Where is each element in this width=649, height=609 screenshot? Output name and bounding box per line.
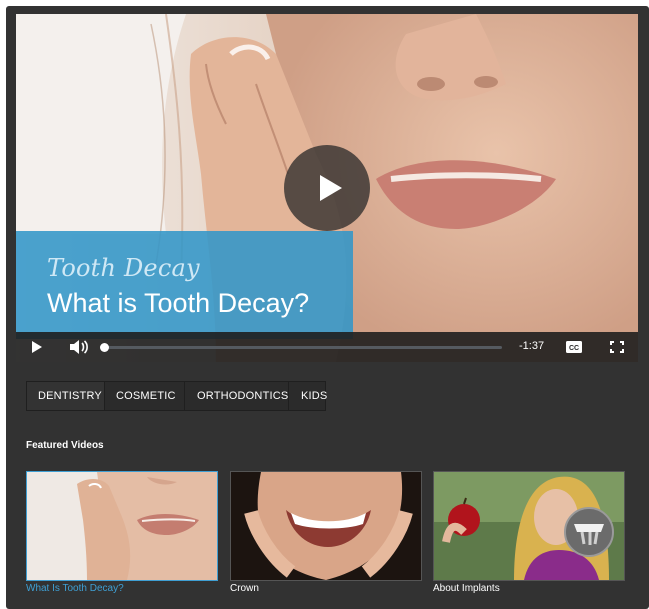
video-title: What is Tooth Decay? bbox=[47, 288, 310, 318]
featured-heading: Featured Videos bbox=[26, 440, 104, 451]
big-play-button[interactable] bbox=[284, 145, 370, 231]
fullscreen-button[interactable] bbox=[608, 332, 626, 362]
captions-button[interactable]: CC bbox=[565, 332, 583, 362]
volume-icon bbox=[70, 340, 88, 354]
thumbnail[interactable] bbox=[230, 471, 422, 581]
title-card: Tooth Decay What is Tooth Decay? bbox=[16, 231, 353, 339]
volume-button[interactable] bbox=[66, 332, 92, 362]
thumbnail[interactable] bbox=[433, 471, 625, 581]
tab-dentistry[interactable]: DENTISTRY bbox=[27, 382, 105, 410]
time-remaining: -1:37 bbox=[519, 340, 545, 352]
thumbnail-image bbox=[27, 472, 217, 580]
featured-card-caption[interactable]: What Is Tooth Decay? bbox=[26, 583, 124, 594]
fullscreen-icon bbox=[610, 341, 624, 353]
play-icon bbox=[320, 175, 342, 201]
tab-cosmetic[interactable]: COSMETIC bbox=[105, 382, 185, 410]
progress-track[interactable] bbox=[100, 343, 502, 352]
play-icon bbox=[32, 341, 42, 353]
featured-card-caption[interactable]: About Implants bbox=[433, 583, 500, 594]
category-tabs: DENTISTRY COSMETIC ORTHODONTICS KIDS bbox=[26, 381, 327, 411]
thumbnail-image bbox=[231, 472, 421, 580]
play-button[interactable] bbox=[26, 332, 48, 362]
featured-card-caption[interactable]: Crown bbox=[230, 583, 259, 594]
thumbnail[interactable] bbox=[26, 471, 218, 581]
thumbnail-image bbox=[434, 472, 624, 580]
progress-handle[interactable] bbox=[100, 343, 109, 352]
captions-icon: CC bbox=[566, 341, 582, 353]
tab-kids[interactable]: KIDS bbox=[289, 382, 327, 410]
captions-label: CC bbox=[569, 345, 579, 352]
video-player[interactable]: Tooth Decay What is Tooth Decay? -1:37 C… bbox=[16, 14, 638, 362]
video-subtitle: Tooth Decay bbox=[47, 254, 200, 282]
control-bar: -1:37 CC bbox=[16, 332, 638, 362]
tab-orthodontics[interactable]: ORTHODONTICS bbox=[185, 382, 289, 410]
